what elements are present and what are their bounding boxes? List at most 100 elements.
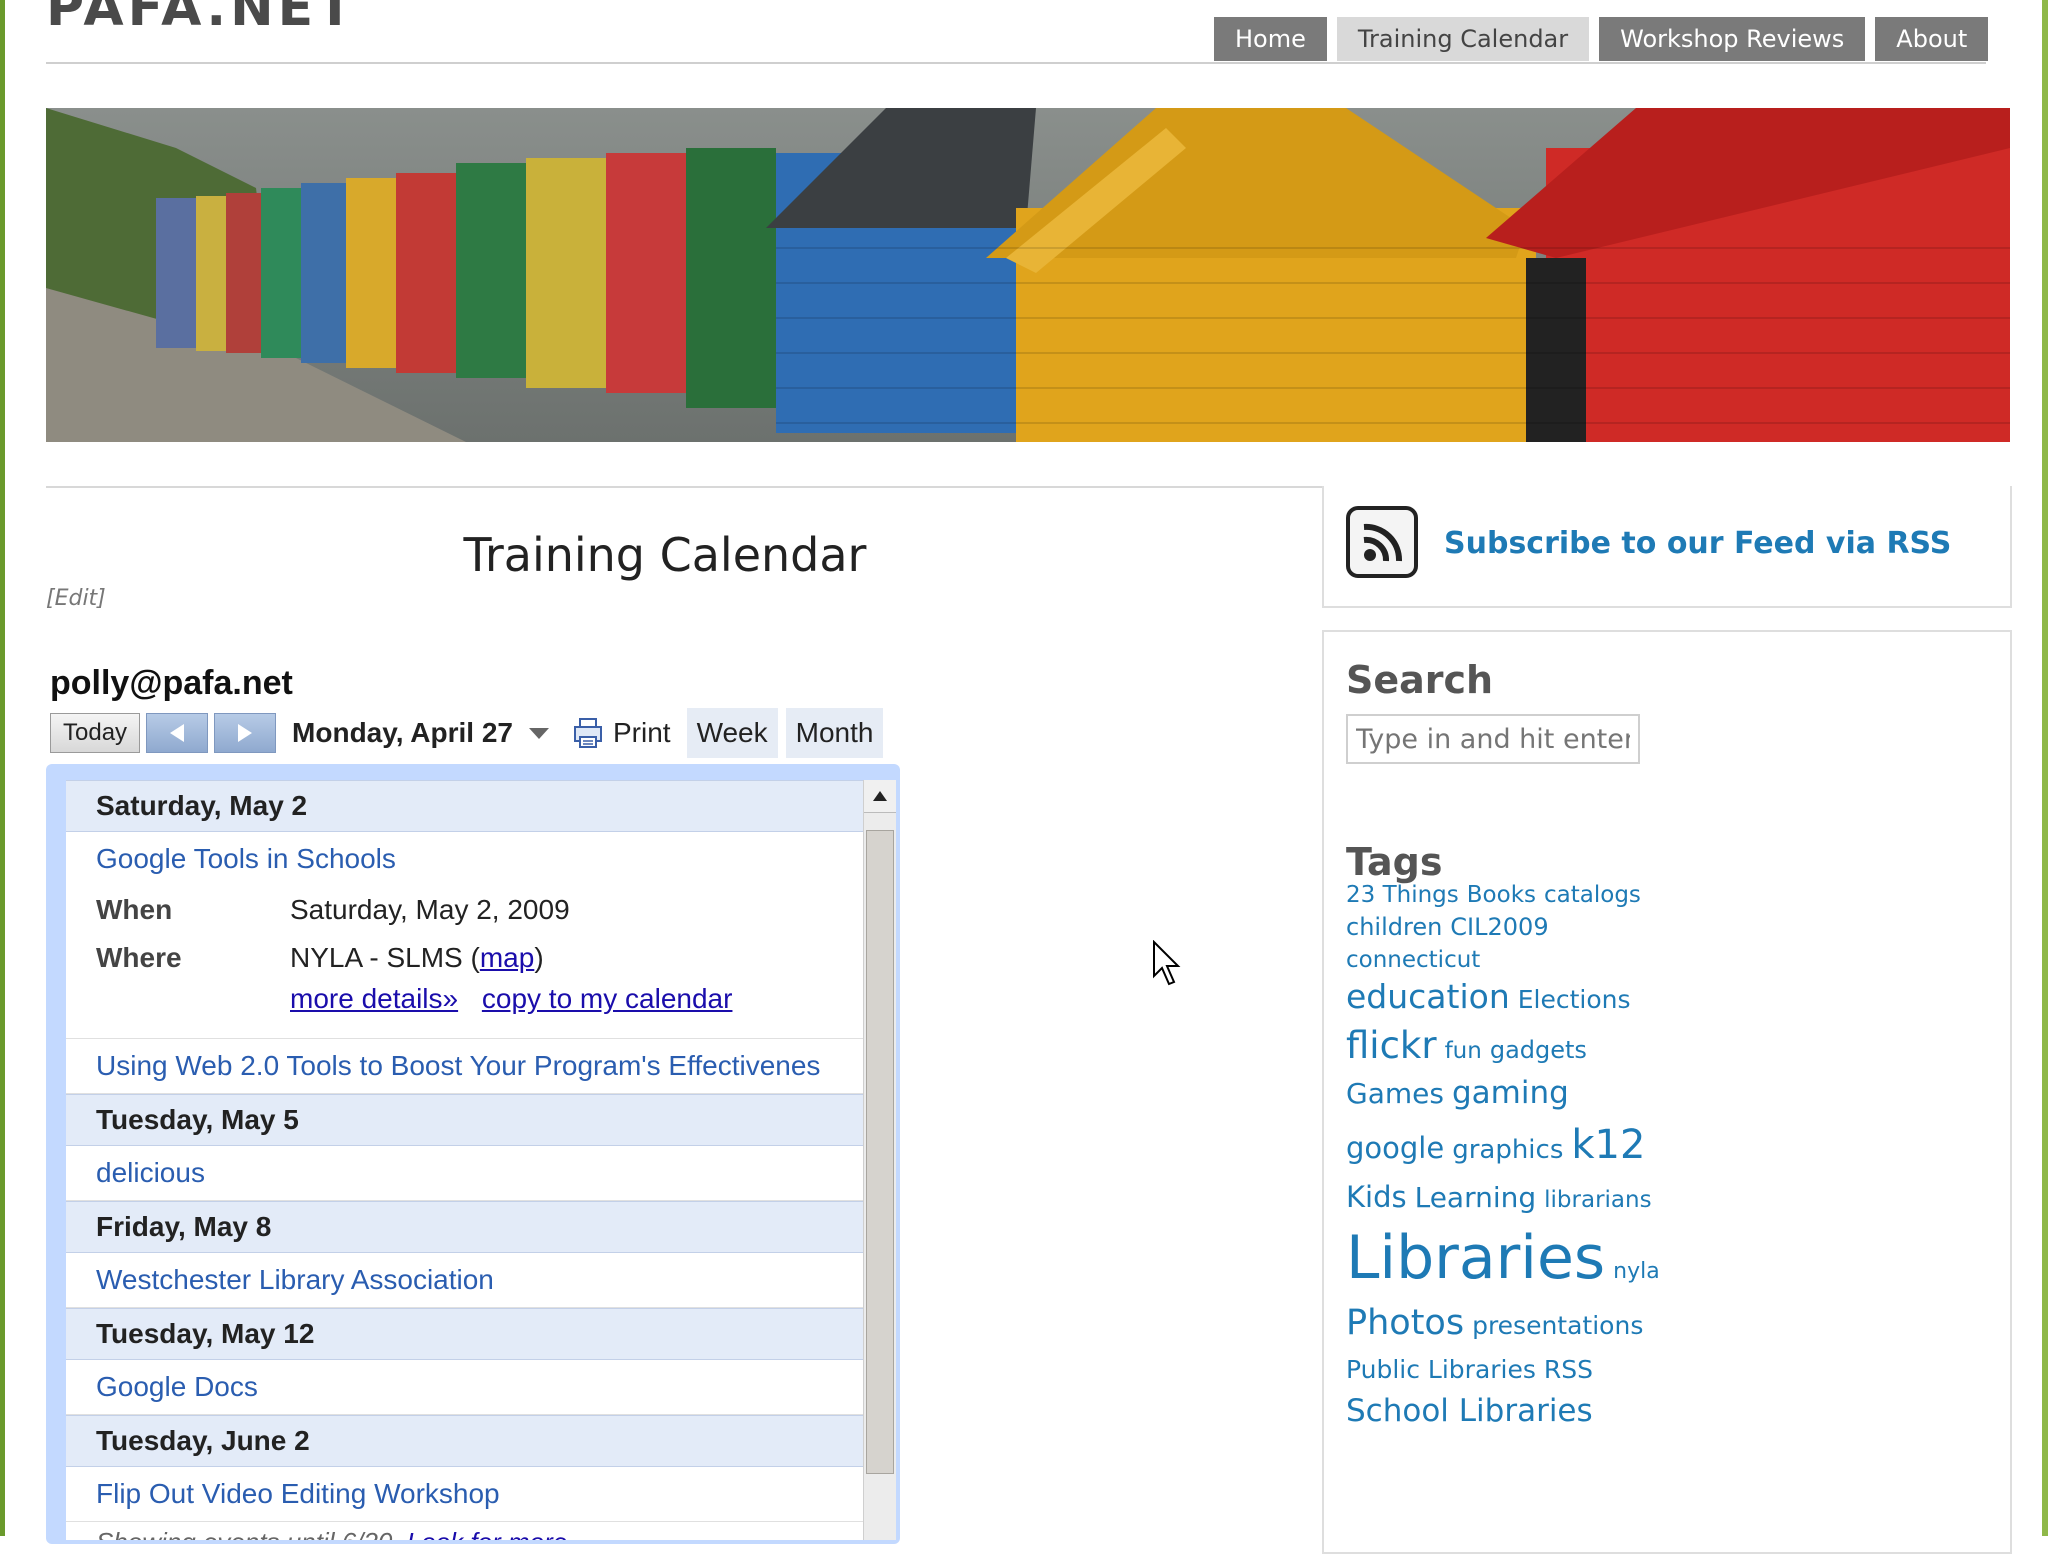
tag-link[interactable]: graphics xyxy=(1452,1137,1563,1163)
window-left-edge xyxy=(0,0,5,1536)
tag-link[interactable]: Public Libraries xyxy=(1346,1357,1536,1382)
print-button[interactable]: Print xyxy=(573,717,671,749)
tag-link[interactable]: gadgets xyxy=(1490,1038,1587,1062)
event-where-row: Where NYLA - SLMS (map) xyxy=(66,934,864,982)
site-title[interactable]: PAFA.NET xyxy=(46,0,357,38)
tag-link[interactable]: Libraries xyxy=(1346,1228,1605,1288)
nav-tab-about[interactable]: About xyxy=(1875,17,1989,61)
calendar-owner: polly@pafa.net xyxy=(50,664,293,702)
sidebar-widgets: Search Tags 23 Things Books catalogs childr… xyxy=(1322,630,2012,1554)
tag-link[interactable]: gaming xyxy=(1452,1078,1569,1109)
agenda-list: Saturday, May 2 Google Tools in Schools … xyxy=(66,780,864,1540)
tag-row: Libraries nyla xyxy=(1346,1228,1676,1288)
event-links: more details» copy to my calendar xyxy=(66,982,864,1024)
agenda-panel: Saturday, May 2 Google Tools in Schools … xyxy=(46,764,900,1544)
date-picker-dropdown-icon[interactable] xyxy=(528,727,549,739)
where-text: NYLA - SLMS xyxy=(290,942,463,973)
tag-link[interactable]: catalogs xyxy=(1544,884,1641,907)
event-title[interactable]: delicious xyxy=(66,1146,864,1201)
tag-link[interactable]: Games xyxy=(1346,1080,1444,1108)
tag-link[interactable]: nyla xyxy=(1613,1261,1660,1283)
search-input[interactable] xyxy=(1346,714,1640,764)
look-for-more-link[interactable]: Look for more xyxy=(407,1527,567,1540)
tag-row: education Elections xyxy=(1346,980,1676,1013)
scroll-up-arrow-icon xyxy=(873,791,887,801)
agenda-scrollbar[interactable] xyxy=(863,780,896,1540)
scroll-up-button[interactable] xyxy=(864,780,896,813)
today-button[interactable]: Today xyxy=(50,713,141,753)
nav-tab-training-calendar[interactable]: Training Calendar xyxy=(1336,17,1590,61)
month-view-tab[interactable]: Month xyxy=(785,708,884,758)
day-header: Saturday, May 2 xyxy=(66,780,864,832)
tag-row: Games gaming xyxy=(1346,1078,1676,1109)
agenda-viewport: Saturday, May 2 Google Tools in Schools … xyxy=(66,780,896,1540)
tag-row: 23 Things Books catalogs xyxy=(1346,884,1676,907)
tag-link[interactable]: flickr xyxy=(1346,1027,1437,1064)
print-label: Print xyxy=(612,717,671,748)
arrow-left-icon xyxy=(170,724,185,742)
tag-link[interactable]: 23 Things xyxy=(1346,884,1459,907)
rss-subscribe-link[interactable]: Subscribe to our Feed via RSS xyxy=(1444,526,1951,561)
week-view-tab[interactable]: Week xyxy=(686,708,778,758)
tag-link[interactable]: education xyxy=(1346,980,1510,1013)
tag-link[interactable]: Photos xyxy=(1346,1306,1464,1341)
edit-link[interactable]: [Edit] xyxy=(46,586,106,611)
copy-to-calendar-link[interactable]: copy to my calendar xyxy=(482,983,733,1014)
scroll-thumb[interactable] xyxy=(866,830,894,1474)
tag-link[interactable]: RSS xyxy=(1544,1357,1593,1382)
event-title[interactable]: Google Docs xyxy=(66,1360,864,1415)
agenda-footer-text: Showing events until 6/30. xyxy=(96,1527,400,1540)
day-header: Tuesday, June 2 xyxy=(66,1415,864,1467)
map-link[interactable]: map xyxy=(480,942,534,973)
event-separator xyxy=(66,1024,864,1039)
tag-link[interactable]: Books xyxy=(1467,884,1536,907)
tag-row: children CIL2009 xyxy=(1346,915,1676,939)
tag-link[interactable]: Learning xyxy=(1415,1184,1537,1212)
tag-link[interactable]: connecticut xyxy=(1346,949,1480,972)
content-divider xyxy=(46,486,1324,488)
main-nav: Home Training Calendar Workshop Reviews … xyxy=(1214,17,1989,61)
tag-link[interactable]: presentations xyxy=(1472,1313,1643,1338)
day-header: Tuesday, May 12 xyxy=(66,1308,864,1360)
previous-button[interactable] xyxy=(146,713,209,753)
tag-row: Photos presentations xyxy=(1346,1306,1676,1341)
rss-widget: Subscribe to our Feed via RSS xyxy=(1322,486,2012,608)
tag-link[interactable]: fun xyxy=(1445,1040,1482,1063)
next-button[interactable] xyxy=(214,713,277,753)
tag-row: Kids Learning librarians xyxy=(1346,1183,1676,1212)
event-title[interactable]: Google Tools in Schools xyxy=(66,832,864,886)
mouse-cursor-icon xyxy=(1153,940,1181,986)
calendar-toolbar: Today Monday, April 27 Print Week Month xyxy=(50,708,884,758)
window-right-edge xyxy=(2042,0,2048,1536)
when-label: When xyxy=(96,894,173,925)
tag-link[interactable]: librarians xyxy=(1544,1189,1651,1212)
tag-link[interactable]: k12 xyxy=(1571,1125,1645,1165)
tag-row: google graphics k12 xyxy=(1346,1125,1676,1165)
printer-icon xyxy=(573,718,602,748)
nav-tab-home[interactable]: Home xyxy=(1214,17,1327,61)
event-title[interactable]: Westchester Library Association xyxy=(66,1253,864,1308)
tag-link[interactable]: google xyxy=(1346,1134,1444,1163)
arrow-right-icon xyxy=(238,724,253,742)
event-title[interactable]: Flip Out Video Editing Workshop xyxy=(66,1467,864,1522)
tag-link[interactable]: Kids xyxy=(1346,1183,1407,1212)
when-value: Saturday, May 2, 2009 xyxy=(290,894,570,925)
current-date-label: Monday, April 27 xyxy=(292,717,513,748)
tag-link[interactable]: School Libraries xyxy=(1346,1396,1593,1427)
tag-link[interactable]: CIL2009 xyxy=(1450,915,1548,939)
page-title: Training Calendar xyxy=(463,528,867,582)
event-when-row: When Saturday, May 2, 2009 xyxy=(66,886,864,934)
nav-tab-workshop-reviews[interactable]: Workshop Reviews xyxy=(1599,17,1866,61)
day-header: Tuesday, May 5 xyxy=(66,1094,864,1146)
tag-row: Public Libraries RSS xyxy=(1346,1357,1676,1382)
tag-link[interactable]: Elections xyxy=(1518,987,1631,1012)
header-banner-image xyxy=(46,108,2010,442)
tag-row: flickr fun gadgets xyxy=(1346,1027,1676,1064)
event-title[interactable]: Using Web 2.0 Tools to Boost Your Progra… xyxy=(66,1039,864,1094)
tag-link[interactable]: children xyxy=(1346,915,1442,939)
rss-feed-icon[interactable] xyxy=(1346,506,1418,578)
day-header: Friday, May 8 xyxy=(66,1201,864,1253)
more-details-link[interactable]: more details» xyxy=(290,983,458,1014)
agenda-footer: Showing events until 6/30. Look for more xyxy=(66,1522,864,1540)
header-divider xyxy=(46,62,1986,64)
